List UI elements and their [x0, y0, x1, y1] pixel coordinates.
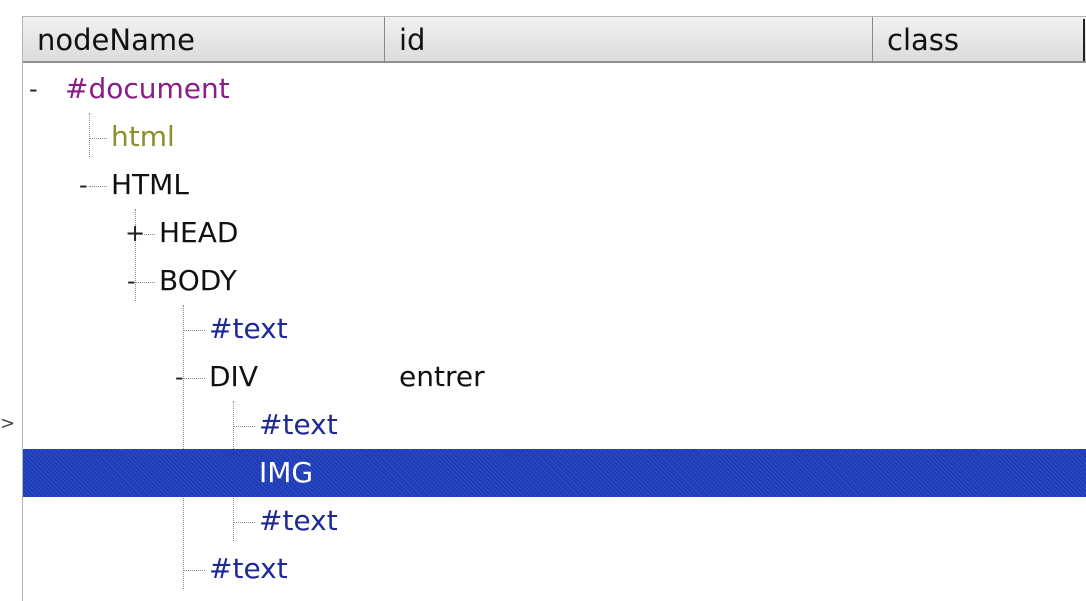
tree-row-html[interactable]: - HTML	[23, 161, 1086, 209]
node-name: #text	[259, 408, 338, 441]
node-name: BODY	[159, 264, 237, 297]
collapse-toggle[interactable]: -	[175, 365, 184, 389]
node-name: IMG	[259, 456, 314, 489]
tree-column-header: nodeName id class	[23, 17, 1086, 65]
node-name: #text	[209, 552, 288, 585]
collapse-toggle[interactable]: -	[29, 77, 38, 101]
expand-toggle[interactable]: +	[125, 221, 145, 245]
row-pointer-icon: >	[0, 413, 16, 434]
node-id-cell: entrer	[399, 360, 485, 393]
node-name: #text	[259, 504, 338, 537]
tree-row-text[interactable]: #text	[23, 305, 1086, 353]
tree-row-document[interactable]: - #document	[23, 65, 1086, 113]
node-name: DIV	[209, 360, 258, 393]
collapse-toggle[interactable]: -	[79, 173, 88, 197]
tree-row-text[interactable]: #text	[23, 401, 1086, 449]
column-header-nodename[interactable]: nodeName	[23, 17, 385, 63]
column-header-class[interactable]: class	[873, 17, 1086, 63]
node-name: #document	[65, 72, 230, 105]
column-header-id[interactable]: id	[385, 17, 873, 63]
tree-row-div[interactable]: - DIV entrer	[23, 353, 1086, 401]
tree-row-head[interactable]: + HEAD	[23, 209, 1086, 257]
tree-row-html-doctype[interactable]: html	[23, 113, 1086, 161]
node-name: HEAD	[159, 216, 239, 249]
node-name: html	[111, 120, 175, 153]
dom-inspector-tree-panel: nodeName id class - #document html - HTM…	[22, 16, 1086, 601]
node-name: #text	[209, 312, 288, 345]
tree-row-img-selected[interactable]: IMG	[23, 449, 1086, 497]
collapse-toggle[interactable]: -	[127, 269, 136, 293]
dom-tree: - #document html - HTML + HEAD - BODY #t…	[23, 65, 1086, 601]
node-name: HTML	[111, 168, 189, 201]
column-picker-handle[interactable]	[1083, 19, 1085, 61]
tree-row-text[interactable]: #text	[23, 497, 1086, 545]
tree-row-body[interactable]: - BODY	[23, 257, 1086, 305]
tree-row-text[interactable]: #text	[23, 545, 1086, 593]
